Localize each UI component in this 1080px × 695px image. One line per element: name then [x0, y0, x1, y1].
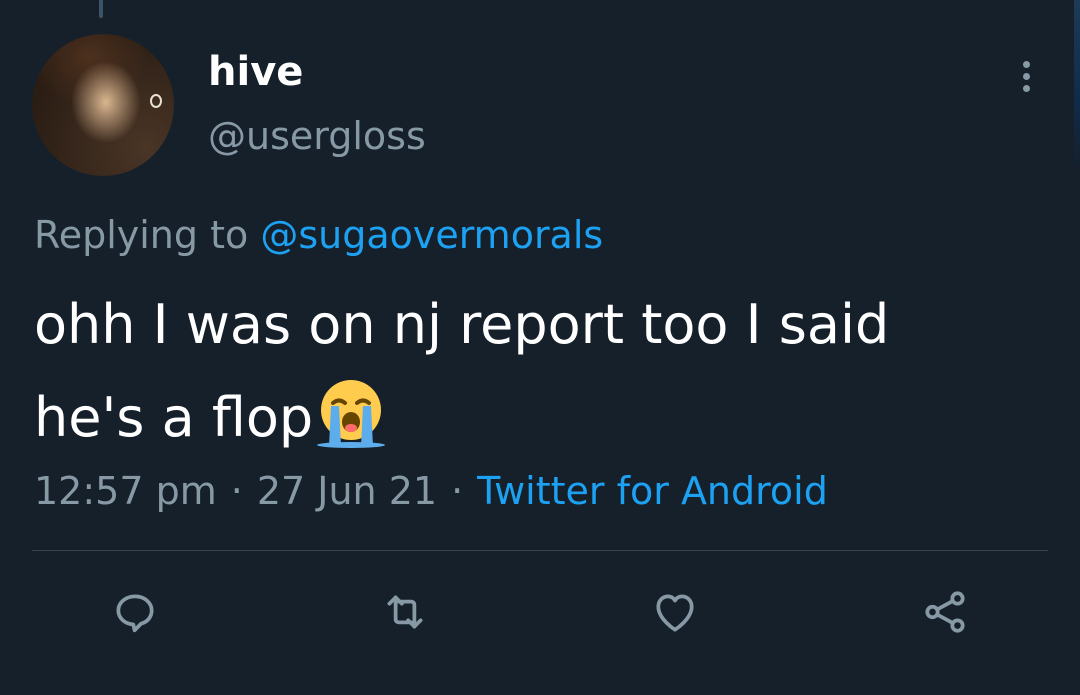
retweet-icon: [387, 595, 423, 629]
meta-separator: ·: [230, 469, 243, 513]
display-name[interactable]: hive: [208, 48, 303, 96]
tweet-text: ohh I was on nj report too I said he's a…: [34, 278, 1044, 464]
reply-button[interactable]: [105, 582, 165, 642]
user-handle[interactable]: @usergloss: [208, 112, 426, 160]
meta-separator: ·: [451, 469, 464, 513]
loudly-crying-face-icon: [317, 380, 386, 448]
tweet-actions-bar: [0, 582, 1080, 642]
share-button[interactable]: [915, 582, 975, 642]
more-dot: [1022, 60, 1030, 68]
replying-to-link[interactable]: @sugaovermorals: [260, 213, 603, 257]
screen-edge-decoration: [1074, 0, 1080, 170]
divider: [32, 550, 1048, 551]
more-dot: [1022, 72, 1030, 80]
tweet-date: 27 Jun 21: [256, 469, 438, 513]
more-dot: [1022, 84, 1030, 92]
tweet-time: 12:57 pm: [34, 469, 217, 513]
tweet-meta: 12:57 pm · 27 Jun 21 · Twitter for Android: [34, 464, 828, 518]
avatar[interactable]: [32, 34, 174, 176]
heart-icon: [656, 594, 694, 632]
thread-connector-line: [99, 0, 103, 18]
share-icon: [925, 591, 965, 633]
tweet-text-line-2: he's a flop: [34, 371, 1044, 464]
avatar-earring-detail: [150, 94, 162, 108]
tweet-source-link[interactable]: Twitter for Android: [477, 469, 828, 513]
like-button[interactable]: [645, 582, 705, 642]
more-options-icon[interactable]: [1006, 52, 1046, 100]
tweet-text-line-1: ohh I was on nj report too I said: [34, 293, 890, 356]
replying-prefix: Replying to: [34, 213, 261, 257]
reply-icon: [116, 594, 154, 633]
tweet-text-line-2-text: he's a flop: [34, 386, 314, 449]
replying-to-line: Replying to @sugaovermorals: [34, 210, 603, 260]
retweet-button[interactable]: [375, 582, 435, 642]
